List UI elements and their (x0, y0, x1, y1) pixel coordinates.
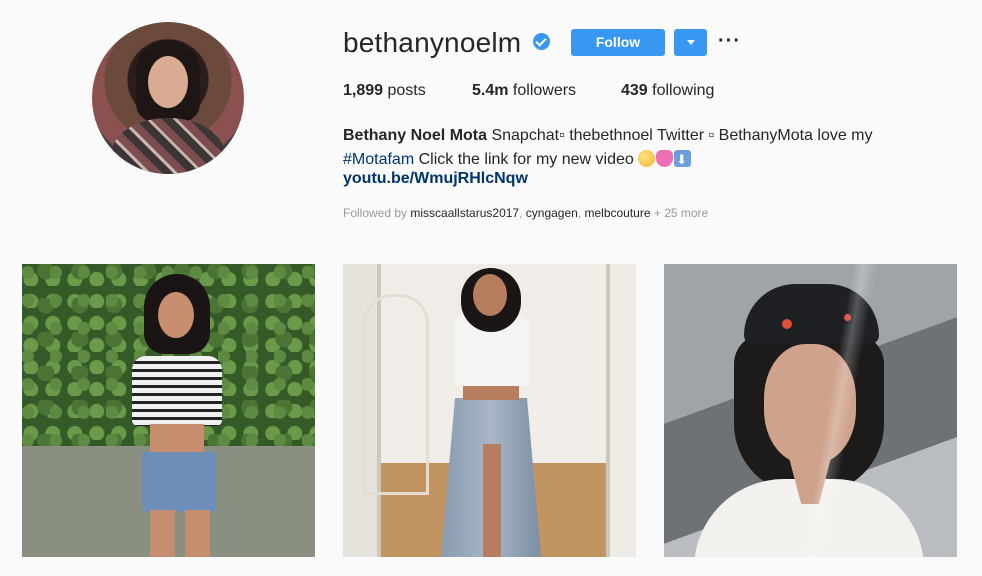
posts-label: posts (387, 82, 426, 99)
post2-leg (483, 444, 501, 557)
down-arrow-emoji-icon (674, 149, 692, 173)
suggested-dropdown-button[interactable] (674, 29, 707, 56)
post1-face (158, 292, 194, 338)
follow-button[interactable]: Follow (571, 29, 665, 56)
profile-avatar[interactable] (92, 22, 244, 174)
followers-count: 5.4m (472, 82, 509, 99)
followers-label: followers (512, 82, 577, 99)
verified-badge-icon (533, 33, 550, 50)
smirk-emoji-icon (638, 150, 656, 167)
post1-midriff (150, 424, 204, 454)
profile-bio: Bethany Noel Mota Snapchat▫ thebethnoel … (343, 124, 923, 173)
following-label: following (652, 82, 715, 99)
post-thumbnail-1[interactable] (22, 264, 315, 557)
avatar-shirt (112, 118, 224, 174)
followed-by-line[interactable]: Followed by misscaallstarus2017, cyngage… (343, 206, 708, 220)
follower-user-3[interactable]: melbcouture (584, 206, 650, 220)
followed-by-suffix: + 25 more (650, 206, 709, 220)
hearts-emoji-icon (656, 150, 674, 167)
bio-hashtag-link[interactable]: #Motafam (343, 151, 414, 168)
bio-text-line2: Click the link for my new video (414, 151, 639, 168)
post-thumbnail-2[interactable] (343, 264, 636, 557)
post1-denim-shorts (142, 452, 216, 512)
bio-website-link[interactable]: youtu.be/WmujRHlcNqw (343, 170, 528, 188)
post-thumbnail-3[interactable] (664, 264, 957, 557)
following-count: 439 (621, 82, 648, 99)
post2-face (473, 274, 507, 316)
followed-by-prefix: Followed by (343, 206, 411, 220)
posts-stat: 1,899 posts (343, 82, 426, 100)
bio-text-line1: Snapchat▫ thebethnoel Twitter ▫ BethanyM… (487, 127, 873, 144)
posts-count: 1,899 (343, 82, 384, 99)
followers-stat[interactable]: 5.4m followers (472, 82, 576, 100)
bio-full-name: Bethany Noel Mota (343, 127, 488, 144)
avatar-face (148, 56, 188, 108)
follower-user-2[interactable]: cyngagen (526, 206, 578, 220)
post1-striped-top (132, 356, 222, 426)
post1-person (122, 274, 232, 557)
profile-username: bethanynoelm (343, 27, 522, 58)
more-options-icon[interactable]: ··· (718, 30, 740, 52)
post2-door (363, 294, 429, 495)
post2-midriff (463, 384, 519, 400)
follower-user-1[interactable]: misscaallstarus2017 (410, 206, 519, 220)
following-stat[interactable]: 439 following (621, 82, 714, 100)
post1-legs (150, 510, 210, 557)
post3-glass-glare (664, 264, 957, 557)
